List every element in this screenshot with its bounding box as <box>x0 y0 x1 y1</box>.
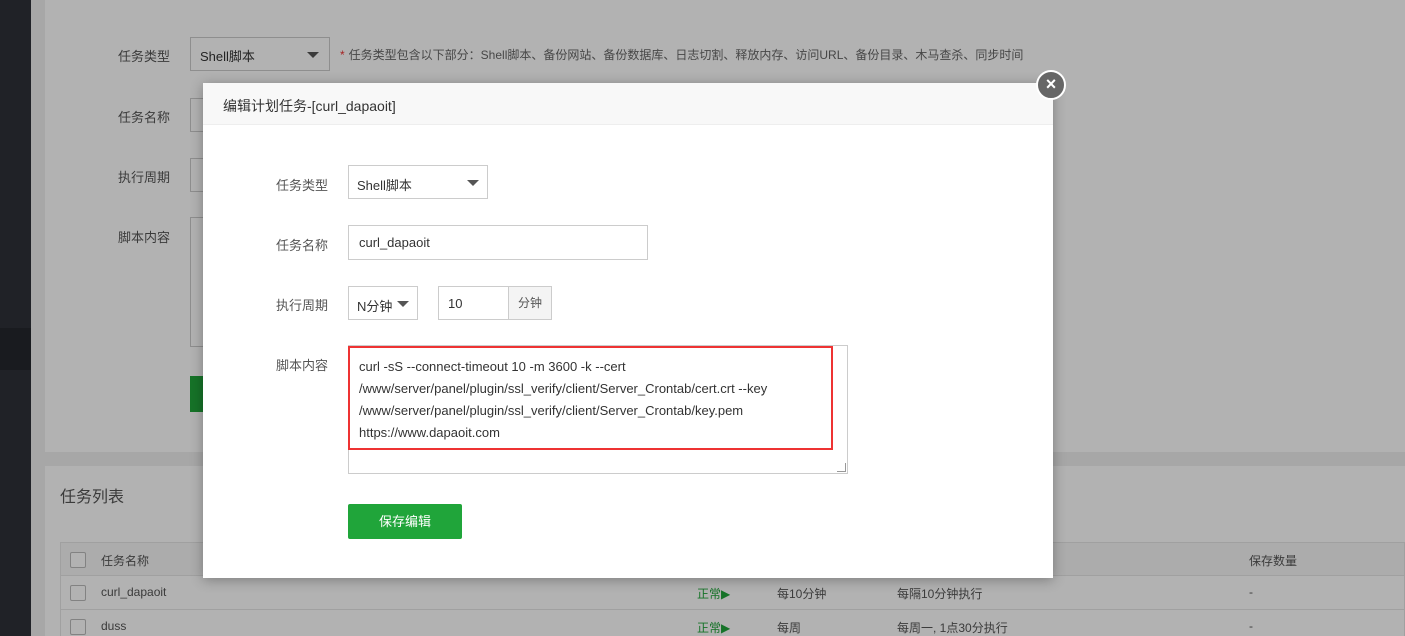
script-line: curl -sS --connect-timeout 10 -m 3600 -k… <box>359 359 626 374</box>
script-line: /www/server/panel/plugin/ssl_verify/clie… <box>359 403 744 418</box>
task-type-value: Shell脚本 <box>357 178 412 193</box>
caret-down-icon <box>397 301 409 307</box>
close-icon[interactable]: × <box>1036 70 1066 100</box>
label-task-name: 任务名称 <box>276 238 329 253</box>
task-type-select[interactable]: Shell脚本 <box>348 165 488 199</box>
script-line: /www/server/panel/plugin/ssl_verify/clie… <box>359 381 768 396</box>
period-value: N分钟 <box>357 299 393 314</box>
script-content: curl -sS --connect-timeout 10 -m 3600 -k… <box>359 356 839 444</box>
minutes-value: 10 <box>448 296 463 311</box>
edit-task-modal: 编辑计划任务-[curl_dapaoit] 任务类型 Shell脚本 任务名称 … <box>203 83 1053 578</box>
save-edit-button[interactable]: 保存编辑 <box>348 504 462 539</box>
task-name-value: curl_dapaoit <box>359 235 430 250</box>
resize-handle-icon[interactable] <box>837 463 846 472</box>
minutes-unit: 分钟 <box>508 287 551 319</box>
script-line: https://www.dapaoit.com <box>359 425 500 440</box>
modal-title: 编辑计划任务-[curl_dapaoit] <box>203 83 1053 125</box>
caret-down-icon <box>467 180 479 186</box>
script-textarea[interactable]: curl -sS --connect-timeout 10 -m 3600 -k… <box>348 345 848 474</box>
label-period: 执行周期 <box>276 298 329 313</box>
minutes-input[interactable]: 10 分钟 <box>438 286 552 320</box>
period-select[interactable]: N分钟 <box>348 286 418 320</box>
label-script: 脚本内容 <box>276 358 329 373</box>
label-task-type: 任务类型 <box>276 178 329 193</box>
task-name-input[interactable]: curl_dapaoit <box>348 225 648 260</box>
